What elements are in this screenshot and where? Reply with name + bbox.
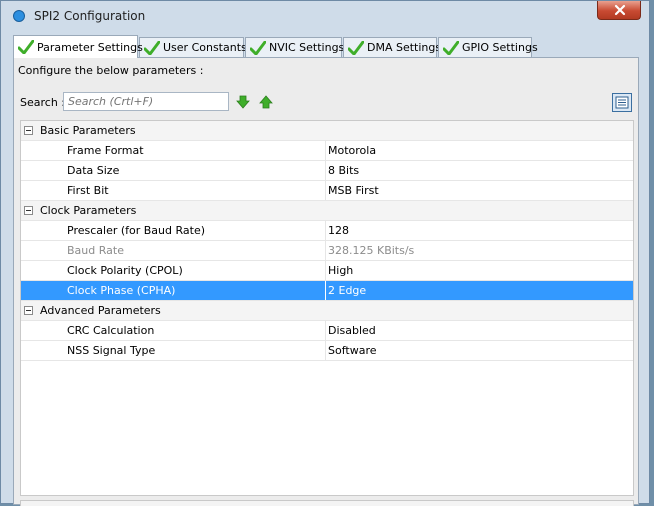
param-name: CRC Calculation [67,324,155,337]
configure-instructions: Configure the below parameters : [18,64,204,77]
check-icon [18,40,34,54]
group-label: Basic Parameters [40,124,136,137]
parameter-grid: Basic Parameters Frame Format Motorola D… [20,120,634,496]
close-button[interactable] [597,1,641,20]
group-label: Clock Parameters [40,204,137,217]
param-value[interactable]: 128 [328,224,349,237]
group-label: Advanced Parameters [40,304,161,317]
param-name: Clock Polarity (CPOL) [67,264,183,277]
collapse-icon[interactable] [24,206,33,215]
window-title: SPI2 Configuration [34,9,146,23]
param-row-clock-phase[interactable]: Clock Phase (CPHA) 2 Edge [21,281,633,301]
tab-parameter-settings[interactable]: Parameter Settings [13,35,143,58]
param-name: Baud Rate [67,244,124,257]
collapse-icon[interactable] [24,306,33,315]
group-advanced-parameters[interactable]: Advanced Parameters [21,301,633,321]
param-value[interactable]: Software [328,344,377,357]
param-row-crc-calculation[interactable]: CRC Calculation Disabled [21,321,633,341]
param-row-data-size[interactable]: Data Size 8 Bits [21,161,633,181]
check-icon [250,40,266,55]
param-value[interactable]: 2 Edge [328,284,366,297]
param-name: Data Size [67,164,120,177]
param-row-prescaler[interactable]: Prescaler (for Baud Rate) 128 [21,221,633,241]
parameter-settings-panel: Configure the below parameters : Search … [13,57,639,506]
param-name: Clock Phase (CPHA) [67,284,176,297]
arrow-down-icon[interactable] [236,95,250,109]
tab-dma-settings[interactable]: DMA Settings [343,37,441,57]
param-value[interactable]: Disabled [328,324,376,337]
param-row-baud-rate: Baud Rate 328.125 KBits/s [21,241,633,261]
param-value[interactable]: 8 Bits [328,164,359,177]
title-bar: SPI2 Configuration [1,1,649,31]
param-name: First Bit [67,184,109,197]
tab-gpio-settings[interactable]: GPIO Settings [438,37,538,57]
collapse-icon[interactable] [24,126,33,135]
configuration-window: SPI2 Configuration Parameter Settings Us… [0,0,650,506]
tab-label: GPIO Settings [462,41,538,54]
search-label: Search : [20,96,65,109]
param-name: NSS Signal Type [67,344,156,357]
param-row-clock-polarity[interactable]: Clock Polarity (CPOL) High [21,261,633,281]
param-row-first-bit[interactable]: First Bit MSB First [21,181,633,201]
list-view-icon [615,96,629,109]
check-icon [443,40,459,55]
app-icon [13,10,25,22]
param-name: Prescaler (for Baud Rate) [67,224,206,237]
param-value[interactable]: High [328,264,353,277]
param-row-nss-signal-type[interactable]: NSS Signal Type Software [21,341,633,361]
tab-user-constants[interactable]: User Constants [139,37,247,57]
check-icon [348,40,364,55]
description-panel [20,500,634,506]
tab-nvic-settings[interactable]: NVIC Settings [245,37,345,57]
tab-label: DMA Settings [367,41,442,54]
param-value[interactable]: MSB First [328,184,379,197]
search-input[interactable] [63,92,229,111]
group-basic-parameters[interactable]: Basic Parameters [21,121,633,141]
group-clock-parameters[interactable]: Clock Parameters [21,201,633,221]
check-icon [144,40,160,55]
tab-label: NVIC Settings [269,41,345,54]
tab-label: User Constants [163,41,247,54]
close-icon [614,4,626,16]
param-name: Frame Format [67,144,144,157]
param-value: 328.125 KBits/s [328,244,415,257]
param-row-frame-format[interactable]: Frame Format Motorola [21,141,633,161]
tab-label: Parameter Settings [37,40,143,54]
param-value[interactable]: Motorola [328,144,376,157]
arrow-up-icon[interactable] [259,95,273,109]
view-mode-button[interactable] [612,93,632,112]
